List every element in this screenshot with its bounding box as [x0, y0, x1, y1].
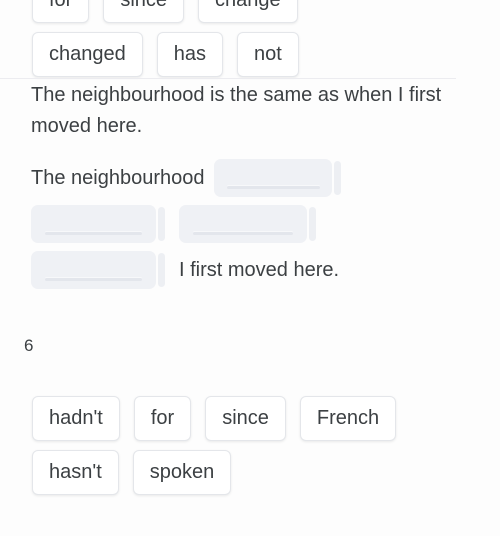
answer-slot[interactable]: [31, 251, 156, 289]
answer-row: [31, 204, 471, 244]
word-bank-row: hasn't spoken: [0, 450, 500, 495]
word-chip-for-top[interactable]: for: [32, 0, 90, 23]
word-bank-row: for since change: [0, 0, 500, 23]
word-chip-spoken[interactable]: spoken: [132, 450, 232, 495]
answer-slot[interactable]: [179, 205, 307, 243]
previous-question-word-bank: for since change changed has not: [0, 0, 500, 77]
answer-word-the-neighbourhood: The neighbourhood: [31, 167, 205, 189]
word-bank-row: hadn't for since French: [0, 396, 500, 441]
current-question-word-bank: hadn't for since French hasn't spoken: [0, 396, 500, 495]
question-number: 6: [24, 336, 34, 355]
word-chip-french[interactable]: French: [299, 396, 397, 441]
word-chip-change-top[interactable]: change: [198, 0, 298, 23]
answer-row: The neighbourhood: [31, 158, 471, 198]
prompt-sentence: The neighbourhood is the same as when I …: [31, 84, 442, 137]
section-divider: [0, 78, 456, 79]
word-chip-hadnt[interactable]: hadn't: [32, 396, 120, 441]
word-chip-hasnt[interactable]: hasn't: [32, 450, 119, 495]
word-chip-since[interactable]: since: [205, 396, 286, 441]
answer-slot[interactable]: [31, 205, 156, 243]
answer-slot[interactable]: [214, 159, 333, 197]
text-caret: [309, 207, 316, 241]
answer-word-i-first-moved-here: I first moved here.: [179, 259, 340, 281]
text-caret: [334, 161, 342, 195]
word-chip-changed[interactable]: changed: [32, 32, 143, 77]
word-chip-since-top[interactable]: since: [103, 0, 185, 23]
exercise-page: for since change changed has not The nei…: [0, 0, 500, 536]
answer-area: The neighbourhood I first moved here.: [31, 158, 471, 296]
text-caret: [158, 253, 165, 287]
word-bank-row: changed has not: [0, 32, 500, 77]
answer-row: I first moved here.: [31, 250, 471, 290]
word-chip-has[interactable]: has: [156, 32, 223, 77]
word-chip-for[interactable]: for: [133, 396, 192, 441]
word-chip-not[interactable]: not: [237, 32, 299, 77]
text-caret: [158, 207, 165, 241]
